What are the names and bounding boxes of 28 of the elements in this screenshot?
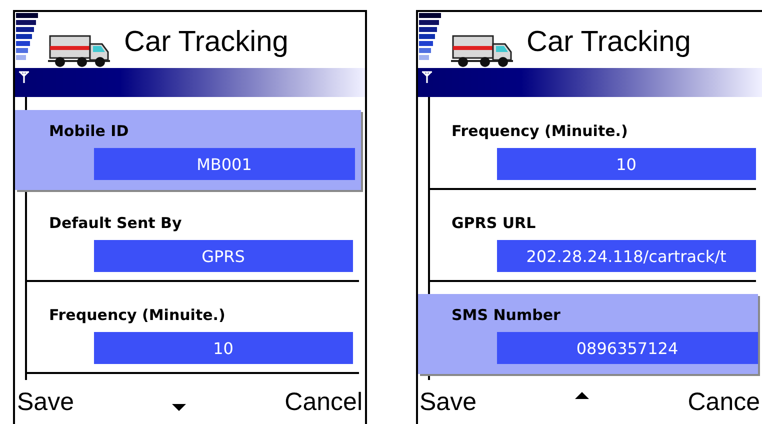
cancel-softkey[interactable]: Cancel	[284, 388, 362, 416]
field-label: Frequency (Minuite.)	[49, 305, 226, 326]
form-item[interactable]: Frequency (Minuite.) 10	[430, 110, 756, 190]
field-label: Mobile ID	[49, 121, 130, 142]
value-field[interactable]: 202.28.24.118/cartrack/t	[496, 240, 756, 272]
value-field[interactable]: 10	[94, 332, 352, 364]
form-item[interactable]: Default Sent By GPRS	[27, 202, 358, 282]
value-field[interactable]: 10	[496, 148, 756, 180]
antenna-icon	[422, 71, 432, 83]
cancel-softkey[interactable]: Cance	[688, 388, 760, 416]
battery-level-icon	[418, 13, 440, 61]
app-title: Car Tracking	[124, 25, 288, 60]
form-item[interactable]: Mobile ID MB001	[15, 110, 360, 190]
form-item[interactable]: GPRS URL 202.28.24.118/cartrack/t	[430, 202, 756, 282]
value-field[interactable]: 0896357124	[496, 332, 758, 364]
battery-level-icon	[16, 13, 38, 61]
save-softkey[interactable]: Save	[420, 388, 476, 416]
field-label: Frequency (Minuite.)	[452, 121, 629, 142]
form-item[interactable]: SMS Number 0896357124	[418, 294, 758, 374]
value-field[interactable]: GPRS	[94, 240, 352, 272]
value-field[interactable]: MB001	[94, 148, 354, 180]
field-label: SMS Number	[452, 305, 562, 326]
form-item[interactable]: Frequency (Minuite.) 10	[27, 294, 358, 374]
field-label: Default Sent By	[49, 213, 183, 234]
save-softkey[interactable]: Save	[17, 388, 74, 416]
field-label: GPRS URL	[452, 213, 537, 234]
antenna-icon	[19, 71, 29, 83]
app-title: Car Tracking	[526, 25, 691, 60]
